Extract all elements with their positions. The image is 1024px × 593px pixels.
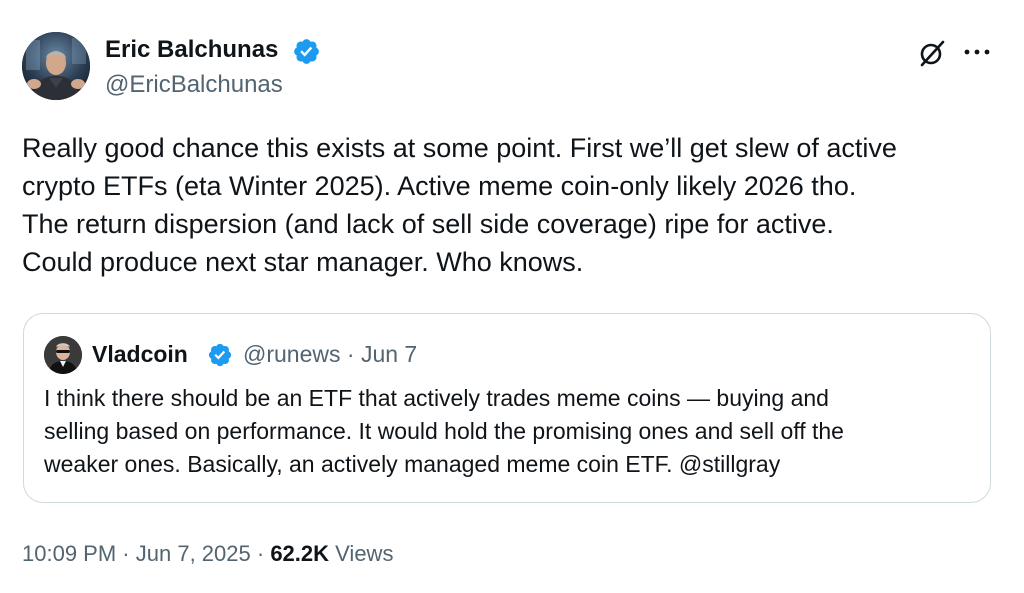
author-name[interactable]: Eric Balchunas xyxy=(105,36,278,64)
grok-icon[interactable] xyxy=(917,38,947,68)
tweet-time[interactable]: 10:09 PM xyxy=(22,541,116,566)
quote-text: I think there should be an ETF that acti… xyxy=(44,382,979,481)
views-count: 62.2K xyxy=(270,541,330,566)
quote-avatar-photo xyxy=(44,336,82,374)
quote-author-avatar[interactable] xyxy=(44,336,82,374)
author-avatar[interactable] xyxy=(22,32,90,100)
verified-badge-icon[interactable] xyxy=(207,342,233,368)
tweet-text-line: Could produce next star manager. Who kno… xyxy=(22,247,584,277)
views-label: Views xyxy=(335,541,394,566)
footer-separator: · xyxy=(122,541,130,566)
more-icon[interactable] xyxy=(962,42,992,62)
tweet-card: Eric Balchunas @EricBalchunas Really goo… xyxy=(0,0,1024,593)
author-handle[interactable]: @EricBalchunas xyxy=(105,71,283,99)
quote-author-handle[interactable]: @runews xyxy=(243,341,341,367)
quote-meta-separator: · xyxy=(346,341,355,367)
quoted-tweet[interactable]: Vladcoin @runews · Jun 7 I think there s… xyxy=(23,313,991,503)
avatar-photo xyxy=(22,32,90,100)
quote-text-line: selling based on performance. It would h… xyxy=(44,418,844,444)
tweet-text-line: The return dispersion (and lack of sell … xyxy=(22,209,834,239)
quote-text-line: weaker ones. Basically, an actively mana… xyxy=(44,451,781,477)
tweet-text: Really good chance this exists at some p… xyxy=(22,129,1007,281)
quote-text-line: I think there should be an ETF that acti… xyxy=(44,385,829,411)
quote-meta: @runews · Jun 7 xyxy=(243,340,417,368)
tweet-footer: 10:09 PM · Jun 7, 2025 · 62.2K Views xyxy=(22,540,393,568)
tweet-text-line: crypto ETFs (eta Winter 2025). Active me… xyxy=(22,171,857,201)
quote-author-name[interactable]: Vladcoin xyxy=(92,340,188,368)
tweet-text-line: Really good chance this exists at some p… xyxy=(22,133,897,163)
quote-date[interactable]: Jun 7 xyxy=(361,341,417,367)
verified-badge-icon[interactable] xyxy=(292,37,321,66)
footer-separator: · xyxy=(256,541,265,566)
tweet-date[interactable]: Jun 7, 2025 xyxy=(136,541,251,566)
